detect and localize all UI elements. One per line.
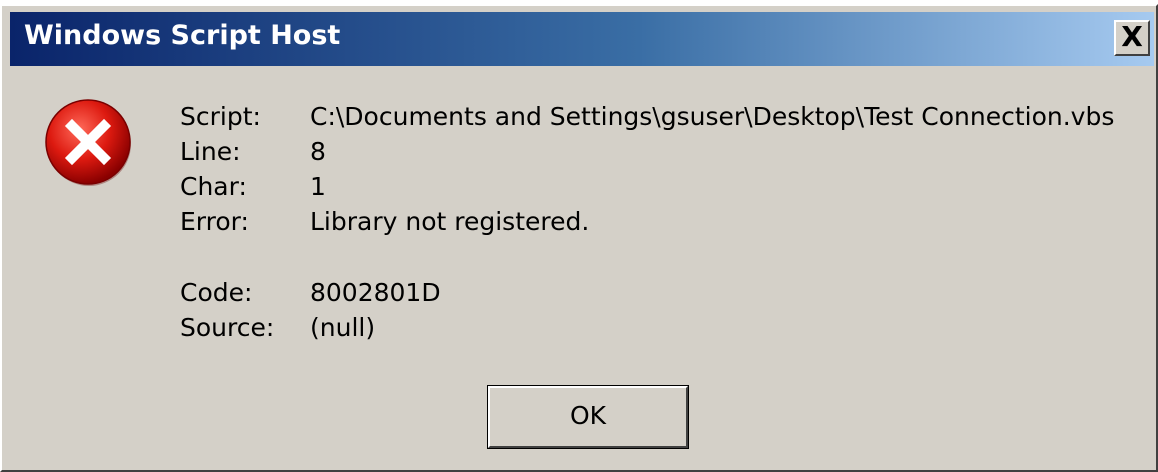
code-label: Code: bbox=[180, 278, 253, 307]
source-value: (null) bbox=[310, 313, 376, 342]
script-label: Script: bbox=[180, 102, 261, 131]
char-value: 1 bbox=[310, 172, 326, 201]
window-title: Windows Script Host bbox=[24, 20, 341, 51]
title-bar[interactable]: Windows Script Host X bbox=[10, 12, 1154, 66]
ok-button[interactable]: OK bbox=[487, 385, 689, 449]
line-label: Line: bbox=[180, 137, 241, 166]
source-label: Source: bbox=[180, 313, 275, 342]
close-button[interactable]: X bbox=[1114, 20, 1150, 56]
error-icon bbox=[45, 99, 131, 186]
script-error-dialog: Windows Script Host X Script: C:\Documen… bbox=[0, 4, 1158, 472]
line-value: 8 bbox=[310, 137, 326, 166]
char-label: Char: bbox=[180, 172, 247, 201]
script-value: C:\Documents and Settings\gsuser\Desktop… bbox=[310, 102, 1115, 131]
error-label: Error: bbox=[180, 207, 249, 236]
error-value: Library not registered. bbox=[310, 207, 590, 236]
code-value: 8002801D bbox=[310, 278, 441, 307]
